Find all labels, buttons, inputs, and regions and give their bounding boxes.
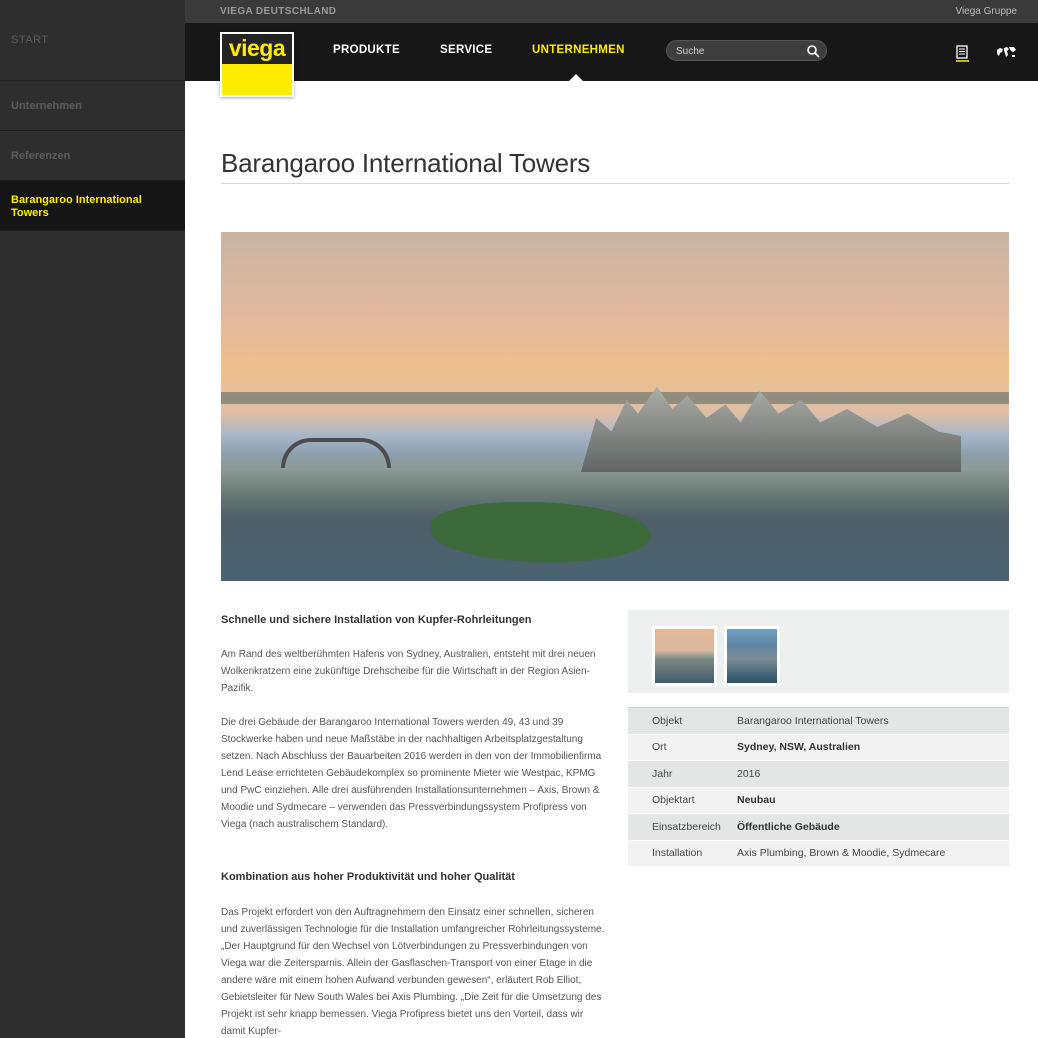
- nav-produkte[interactable]: PRODUKTE: [333, 44, 400, 56]
- search-box: [666, 40, 827, 61]
- info-key: Objektart: [652, 794, 695, 807]
- viega-logo[interactable]: viega: [220, 32, 294, 97]
- sidebar-item-referenzen[interactable]: Referenzen: [0, 131, 185, 181]
- nav-unternehmen[interactable]: UNTERNEHMEN: [532, 44, 625, 56]
- hero-image-sydney-harbour: [221, 232, 1009, 581]
- hero-horizon-land: [221, 392, 1009, 404]
- info-key: Ort: [652, 741, 667, 754]
- info-value: Öffentliche Gebäude: [737, 820, 840, 833]
- info-row-ort: Ort Sydney, NSW, Australien: [628, 734, 1009, 761]
- section1-heading: Schnelle und sichere Installation von Ku…: [221, 614, 532, 626]
- country-label: VIEGA DEUTSCHLAND: [220, 6, 337, 17]
- info-row-jahr: Jahr 2016: [628, 761, 1009, 788]
- info-row-einsatzbereich: Einsatzbereich Öffentliche Gebäude: [628, 814, 1009, 841]
- hero-park: [431, 502, 651, 562]
- gallery-thumbnail-2[interactable]: [724, 626, 780, 686]
- sidebar-item-unternehmen[interactable]: Unternehmen: [0, 81, 185, 131]
- sidebar: START Unternehmen Referenzen Barangaroo …: [0, 0, 185, 1038]
- section1-paragraph-2: Die drei Gebäude der Barangaroo Internat…: [221, 717, 602, 830]
- info-value: Axis Plumbing, Brown & Moodie, Sydmecare: [737, 847, 946, 860]
- section2-paragraph-1: Das Projekt erfordert von den Auftragneh…: [221, 907, 605, 1037]
- image-gallery: [628, 610, 1009, 693]
- logo-yellow-block: [222, 64, 292, 95]
- title-divider: [221, 183, 1009, 184]
- main-header: viega PRODUKTE SERVICE UNTERNEHMEN: [185, 23, 1038, 97]
- search-icon[interactable]: [806, 44, 820, 58]
- info-key: Objekt: [652, 714, 683, 727]
- info-value: Barangaroo International Towers: [737, 714, 889, 727]
- document-list-icon[interactable]: [951, 43, 973, 63]
- page-root: START Unternehmen Referenzen Barangaroo …: [0, 0, 1038, 1038]
- search-input[interactable]: [676, 44, 801, 58]
- active-nav-caret: [569, 74, 583, 81]
- info-value: 2016: [737, 767, 761, 780]
- top-bar: VIEGA DEUTSCHLAND Viega Gruppe: [185, 0, 1038, 23]
- nav-service[interactable]: SERVICE: [440, 44, 492, 56]
- info-value: Sydney, NSW, Australien: [737, 741, 861, 754]
- info-key: Jahr: [652, 767, 673, 780]
- sidebar-item-start[interactable]: START: [0, 0, 185, 81]
- world-map-icon[interactable]: [995, 43, 1017, 63]
- hero-harbour-bridge: [281, 438, 391, 468]
- page-title: Barangaroo International Towers: [221, 148, 591, 178]
- info-value: Neubau: [737, 794, 776, 807]
- info-key: Einsatzbereich: [652, 820, 721, 833]
- section1-paragraph-1: Am Rand des weltberühmten Hafens von Syd…: [221, 649, 596, 694]
- viega-gruppe-link[interactable]: Viega Gruppe: [955, 6, 1017, 17]
- project-info-table: Objekt Barangaroo International Towers O…: [628, 707, 1009, 867]
- info-row-objektart: Objektart Neubau: [628, 787, 1009, 814]
- info-row-installation: Installation Axis Plumbing, Brown & Mood…: [628, 840, 1009, 867]
- info-key: Installation: [652, 847, 703, 860]
- sidebar-item-barangaroo[interactable]: Barangaroo International Towers: [0, 181, 185, 231]
- logo-text: viega: [222, 34, 292, 64]
- section2-heading: Kombination aus hoher Produktivität und …: [221, 871, 515, 883]
- info-row-objekt: Objekt Barangaroo International Towers: [628, 708, 1009, 735]
- gallery-thumbnail-1[interactable]: [652, 626, 717, 686]
